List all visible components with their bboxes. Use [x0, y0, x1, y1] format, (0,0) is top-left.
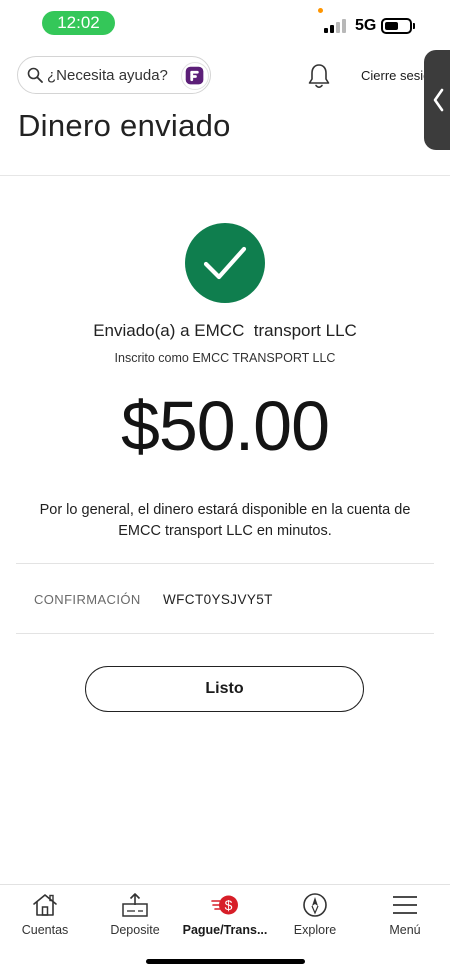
- done-button[interactable]: Listo: [85, 666, 364, 712]
- home-indicator[interactable]: [146, 959, 305, 964]
- chevron-left-icon: [433, 88, 444, 112]
- privacy-indicator-icon: [318, 8, 323, 13]
- svg-text:$: $: [225, 897, 233, 913]
- deposit-icon: [122, 893, 148, 917]
- availability-note: Por lo general, el dinero estará disponi…: [39, 502, 411, 539]
- menu-icon: [393, 896, 417, 914]
- registered-name-text: Inscrito como EMCC TRANSPORT LLC: [114, 351, 336, 365]
- home-icon: [33, 894, 57, 916]
- status-bar: 12:02 5G: [0, 0, 450, 46]
- nav-label: Menú: [389, 923, 421, 937]
- nav-label: Cuentas: [21, 923, 69, 937]
- amount-sent: $50.00: [120, 387, 330, 465]
- nav-item-explore[interactable]: Explore: [270, 885, 360, 945]
- logout-link[interactable]: Cierre sesió: [361, 68, 430, 83]
- virtual-assistant-icon[interactable]: [181, 62, 209, 90]
- compass-icon: [303, 893, 327, 917]
- nav-label: Explore: [293, 923, 337, 937]
- search-placeholder: ¿Necesita ayuda?: [47, 67, 168, 84]
- header-divider: [0, 175, 450, 176]
- help-search-input[interactable]: ¿Necesita ayuda?: [17, 56, 211, 94]
- side-panel-handle[interactable]: [424, 50, 450, 150]
- status-time: 12:02: [42, 11, 115, 35]
- cellular-signal-icon: [324, 19, 348, 33]
- nav-item-menu[interactable]: Menú: [360, 885, 450, 945]
- section-divider: [16, 633, 434, 634]
- pay-transfer-icon: $: [211, 895, 238, 915]
- confirmation-label: CONFIRMACIÓN: [34, 592, 141, 607]
- recipient-text: Enviado(a) a EMCC transport LLC: [93, 321, 357, 340]
- notifications-bell-icon[interactable]: [306, 62, 332, 90]
- nav-item-pay-transfer[interactable]: $ Pague/Trans...: [180, 885, 270, 945]
- nav-label: Pague/Trans...: [182, 923, 268, 937]
- section-divider: [16, 563, 434, 564]
- battery-icon: [381, 18, 415, 34]
- search-icon: [27, 67, 43, 83]
- nav-item-accounts[interactable]: Cuentas: [0, 885, 90, 945]
- network-type: 5G: [355, 17, 377, 34]
- page-title: Dinero enviado: [18, 108, 231, 143]
- nav-label: Deposite: [110, 923, 160, 937]
- nav-item-deposit[interactable]: Deposite: [90, 885, 180, 945]
- confirmation-code: WFCT0YSJVY5T: [163, 592, 273, 607]
- success-check-icon: [185, 223, 265, 303]
